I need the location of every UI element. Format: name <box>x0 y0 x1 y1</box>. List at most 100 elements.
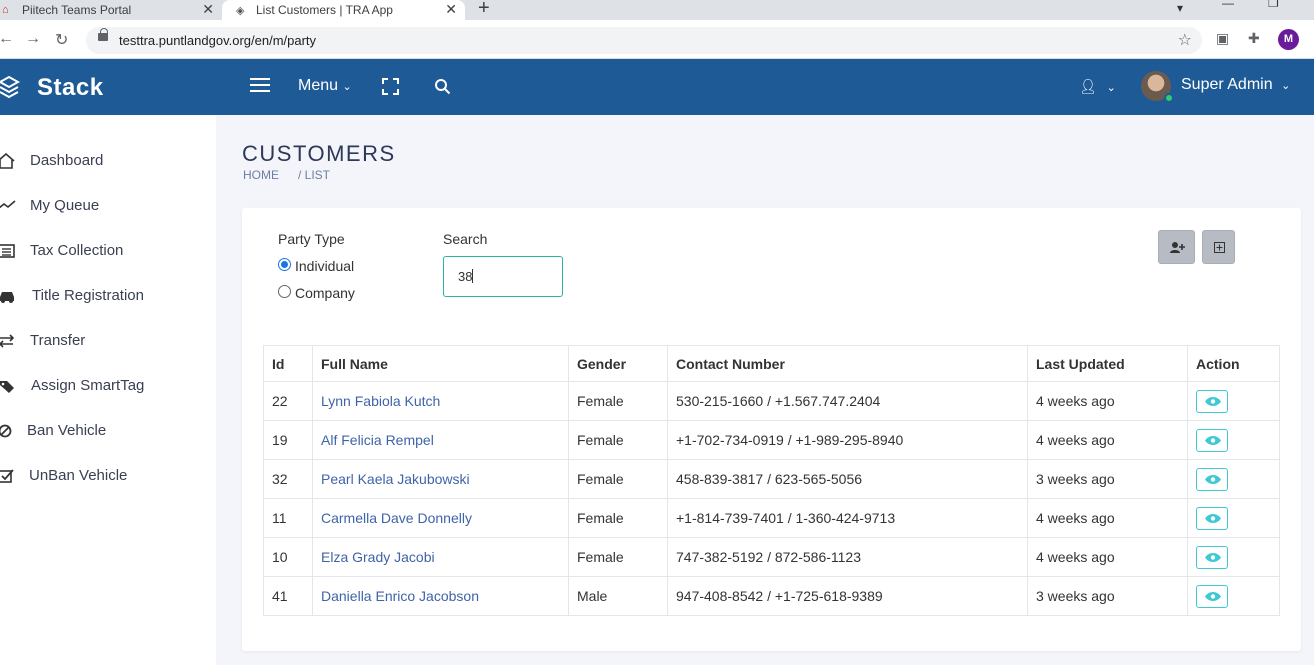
cell-contact: 458-839-3817 / 623-565-5056 <box>667 459 1028 499</box>
stack-logo-icon <box>0 75 20 99</box>
sidebar-item-label: Dashboard <box>30 152 104 169</box>
bookmark-star-icon[interactable]: ☆ <box>1178 30 1192 50</box>
extensions-puzzle-icon[interactable]: ✚ <box>1248 30 1260 47</box>
customer-name-link[interactable]: Lynn Fabiola Kutch <box>312 381 569 421</box>
stack-favicon-icon: ◈ <box>236 4 245 17</box>
eye-icon <box>1205 435 1221 445</box>
sidebar-item-label: Title Registration <box>32 287 144 304</box>
column-header-full-name[interactable]: Full Name <box>312 345 569 382</box>
view-button[interactable] <box>1196 428 1228 452</box>
trend-icon <box>0 200 16 209</box>
view-button[interactable] <box>1196 389 1228 413</box>
chevron-down-icon: ⌄ <box>1281 80 1291 92</box>
close-tab-icon[interactable]: ✕ <box>445 1 457 18</box>
cell-id: 10 <box>263 537 313 577</box>
add-customer-button[interactable] <box>1158 230 1195 264</box>
sidebar-item-tax-collection[interactable]: Tax Collection <box>0 239 216 263</box>
tags-icon <box>0 381 14 393</box>
profile-avatar[interactable]: M <box>1278 29 1299 50</box>
minimize-icon[interactable]: — <box>1222 0 1234 10</box>
lock-icon[interactable] <box>98 28 108 41</box>
cell-action <box>1187 537 1280 577</box>
view-button[interactable] <box>1196 545 1228 569</box>
view-button[interactable] <box>1196 506 1228 530</box>
cell-contact: 947-408-8542 / +1-725-618-9389 <box>667 576 1028 616</box>
sidebar-item-unban-vehicle[interactable]: UnBan Vehicle <box>0 464 216 488</box>
cell-contact: 747-382-5192 / 872-586-1123 <box>667 537 1028 577</box>
radio-company-label[interactable]: Company <box>295 285 355 301</box>
customer-name-link[interactable]: Carmella Dave Donnelly <box>312 498 569 538</box>
customer-name-link[interactable]: Pearl Kaela Jakubowski <box>312 459 569 499</box>
browser-tab-list-customers[interactable]: ◈ List Customers | TRA App ✕ <box>222 0 465 20</box>
fullscreen-icon[interactable] <box>382 78 399 95</box>
search-input[interactable]: 38 <box>443 256 563 297</box>
table-row: 41 Daniella Enrico Jacobson Male 947-408… <box>263 576 1280 616</box>
plus-square-icon <box>1214 242 1225 253</box>
cell-id: 32 <box>263 459 313 499</box>
cell-last-updated: 3 weeks ago <box>1027 576 1188 616</box>
sidebar-item-title-registration[interactable]: Title Registration <box>0 284 216 308</box>
column-header-id[interactable]: Id <box>263 345 313 382</box>
online-status-icon <box>1164 93 1174 103</box>
ban-icon <box>0 424 12 438</box>
view-button[interactable] <box>1196 467 1228 491</box>
cell-last-updated: 3 weeks ago <box>1027 459 1188 499</box>
customer-name-link[interactable]: Daniella Enrico Jacobson <box>312 576 569 616</box>
search-label: Search <box>443 231 488 247</box>
exchange-icon <box>0 334 15 348</box>
sidebar-item-ban-vehicle[interactable]: Ban Vehicle <box>0 419 216 443</box>
forward-icon[interactable]: → <box>25 30 41 48</box>
customer-name-link[interactable]: Alf Felicia Rempel <box>312 420 569 460</box>
reload-icon[interactable]: ↻ <box>55 30 68 50</box>
cell-gender: Female <box>568 459 668 499</box>
cell-action <box>1187 498 1280 538</box>
selenium-extension-icon[interactable]: ▣ <box>1216 30 1229 47</box>
column-header-last-updated[interactable]: Last Updated <box>1027 345 1188 382</box>
address-bar[interactable]: testtra.puntlandgov.org/en/m/party ☆ <box>86 27 1202 54</box>
sidebar-item-assign-smarttag[interactable]: Assign SmartTag <box>0 374 216 398</box>
cell-action <box>1187 459 1280 499</box>
browser-tab-piitech[interactable]: ⌂ Piitech Teams Portal ✕ <box>0 0 222 20</box>
close-tab-icon[interactable]: ✕ <box>202 1 214 18</box>
radio-individual[interactable] <box>278 258 291 271</box>
sidebar-item-transfer[interactable]: Transfer <box>0 329 216 353</box>
cell-last-updated: 4 weeks ago <box>1027 498 1188 538</box>
user-name-dropdown[interactable]: Super Admin ⌄ <box>1181 76 1290 94</box>
cell-contact: +1-702-734-0919 / +1-989-295-8940 <box>667 420 1028 460</box>
customer-name-link[interactable]: Elza Grady Jacobi <box>312 537 569 577</box>
browser-tab-strip: ⌂ Piitech Teams Portal ✕ ◈ List Customer… <box>0 0 1314 20</box>
radio-company[interactable] <box>278 285 291 298</box>
table-row: 10 Elza Grady Jacobi Female 747-382-5192… <box>263 537 1280 577</box>
eye-icon <box>1205 513 1221 523</box>
tab-search-icon[interactable]: ▾ <box>1177 1 1183 15</box>
view-button[interactable] <box>1196 584 1228 608</box>
customers-table: Id Full Name Gender Contact Number Last … <box>263 345 1280 616</box>
teams-favicon-icon: ⌂ <box>2 4 9 16</box>
search-icon[interactable] <box>434 78 451 95</box>
brand-name[interactable]: Stack <box>37 74 104 102</box>
restore-icon[interactable]: ❐ <box>1268 0 1279 10</box>
sidebar-item-my-queue[interactable]: My Queue <box>0 194 216 218</box>
back-icon[interactable]: ← <box>0 30 14 48</box>
eye-icon <box>1205 552 1221 562</box>
search-input-value: 38 <box>458 269 473 284</box>
sidebar-item-dashboard[interactable]: Dashboard <box>0 149 216 173</box>
cell-action <box>1187 576 1280 616</box>
cell-id: 41 <box>263 576 313 616</box>
sidebar-item-label: Assign SmartTag <box>31 377 145 394</box>
user-menu-icon[interactable]: 👤︎ ⌄ <box>1079 78 1116 95</box>
expand-filter-button[interactable] <box>1202 230 1235 264</box>
new-tab-icon[interactable]: + <box>478 0 490 20</box>
cell-gender: Male <box>568 576 668 616</box>
eye-icon <box>1205 474 1221 484</box>
sidebar-item-label: UnBan Vehicle <box>29 467 128 484</box>
hamburger-menu-icon[interactable] <box>250 78 270 94</box>
radio-individual-label[interactable]: Individual <box>295 258 354 274</box>
cell-gender: Female <box>568 381 668 421</box>
menu-dropdown[interactable]: Menu ⌄ <box>298 77 352 95</box>
column-header-action: Action <box>1187 345 1280 382</box>
breadcrumb-home[interactable]: HOME <box>243 168 279 182</box>
column-header-gender[interactable]: Gender <box>568 345 668 382</box>
table-row: 22 Lynn Fabiola Kutch Female 530-215-166… <box>263 381 1280 421</box>
column-header-contact-number[interactable]: Contact Number <box>667 345 1028 382</box>
